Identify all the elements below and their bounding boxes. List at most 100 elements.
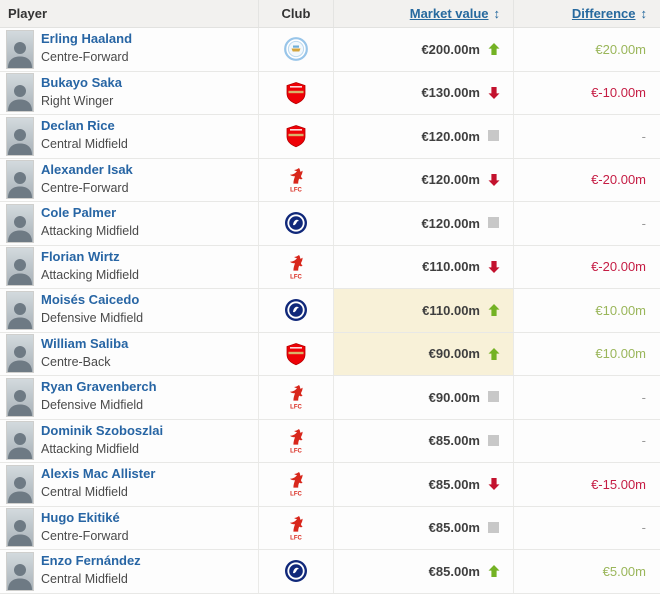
player-photo[interactable] — [6, 247, 34, 286]
trend-flat-icon — [488, 130, 500, 142]
player-info: Erling HaalandCentre-Forward — [41, 31, 132, 67]
trend-flat-icon — [488, 435, 500, 447]
player-name-link[interactable]: Dominik Szoboszlai — [41, 423, 163, 439]
player-photo[interactable] — [6, 291, 34, 330]
market-value: €200.00m — [421, 42, 480, 57]
chelsea-badge[interactable] — [284, 559, 308, 583]
chelsea-badge[interactable] — [284, 298, 308, 322]
player-position: Defensive Midfield — [41, 311, 143, 325]
svg-text:LFC: LFC — [290, 448, 302, 454]
arsenal-badge[interactable] — [284, 124, 308, 148]
arsenal-badge[interactable] — [284, 342, 308, 366]
player-photo[interactable] — [6, 204, 34, 243]
player-info: Hugo Ekitiké Centre-Forward — [41, 510, 129, 546]
arsenal-badge[interactable] — [284, 81, 308, 105]
club-cell — [258, 28, 333, 71]
sort-market-value-link[interactable]: Market value — [410, 6, 489, 21]
player-info: Declan Rice Central Midfield — [41, 118, 128, 154]
difference-value: €10.00m — [595, 346, 646, 361]
trend-up-icon — [488, 304, 500, 316]
player-position: Attacking Midfield — [41, 224, 139, 238]
player-name-link[interactable]: William Saliba — [41, 336, 128, 352]
player-name-link[interactable]: Alexis Mac Allister — [41, 466, 155, 482]
player-info: Moisés Caicedo Defensive Midfield — [41, 292, 143, 328]
player-position: Defensive Midfield — [41, 398, 143, 412]
market-value: €90.00m — [429, 346, 480, 361]
liverpool-badge[interactable]: LFC — [284, 168, 308, 192]
player-name-link[interactable]: Declan Rice — [41, 118, 128, 134]
difference-cell: €-15.00m — [513, 463, 660, 506]
club-cell: LFC — [258, 507, 333, 550]
sort-updown-icon[interactable]: ↕ — [494, 6, 501, 21]
player-cell: Alexander Isak Centre-Forward — [0, 159, 258, 202]
player-name-link[interactable]: Florian Wirtz — [41, 249, 139, 265]
player-cell: Enzo FernándezCentral Midfield — [0, 550, 258, 593]
player-position: Centre-Forward — [41, 181, 129, 195]
market-value-cell: €90.00m — [333, 333, 513, 376]
player-photo[interactable] — [6, 73, 34, 112]
market-value-cell: €130.00m — [333, 72, 513, 115]
difference-cell: - — [513, 376, 660, 419]
player-name-link[interactable]: Erling Haaland — [41, 31, 132, 47]
player-photo[interactable] — [6, 552, 34, 591]
difference-value: €-20.00m — [591, 259, 646, 274]
club-cell — [258, 72, 333, 115]
table-row: Hugo EkitikéCentre-Forward LFC€85.00m- — [0, 507, 660, 551]
club-cell: LFC — [258, 246, 333, 289]
player-photo[interactable] — [6, 465, 34, 504]
player-name-link[interactable]: Moisés Caicedo — [41, 292, 143, 308]
table-body: Erling HaalandCentre-Forward €200.00m€20… — [0, 28, 660, 594]
liverpool-badge[interactable]: LFC — [284, 516, 308, 540]
player-name-link[interactable]: Cole Palmer — [41, 205, 139, 221]
chelsea-badge[interactable] — [284, 211, 308, 235]
market-value-table: Player Club Market value ↕ Difference ↕ … — [0, 0, 660, 594]
player-photo[interactable] — [6, 508, 34, 547]
difference-value: - — [642, 520, 646, 535]
sort-updown-icon[interactable]: ↕ — [641, 6, 648, 21]
player-photo[interactable] — [6, 378, 34, 417]
trend-up-icon — [488, 565, 500, 577]
column-header-market-value: Market value ↕ — [333, 0, 513, 27]
trend-flat-icon — [488, 522, 500, 534]
club-cell — [258, 202, 333, 245]
market-value: €120.00m — [421, 129, 480, 144]
player-cell: Bukayo SakaRight Winger — [0, 72, 258, 115]
player-name-link[interactable]: Hugo Ekitiké — [41, 510, 129, 526]
player-cell: Declan Rice Central Midfield — [0, 115, 258, 158]
liverpool-badge[interactable]: LFC — [284, 429, 308, 453]
liverpool-badge[interactable]: LFC — [284, 385, 308, 409]
difference-cell: €-20.00m — [513, 246, 660, 289]
player-photo[interactable] — [6, 117, 34, 156]
club-cell: LFC — [258, 420, 333, 463]
trend-flat-icon — [488, 391, 500, 403]
player-photo[interactable] — [6, 334, 34, 373]
club-cell — [258, 333, 333, 376]
player-info: Enzo FernándezCentral Midfield — [41, 553, 141, 589]
sort-difference-link[interactable]: Difference — [572, 6, 636, 21]
player-photo[interactable] — [6, 30, 34, 69]
player-photo[interactable] — [6, 421, 34, 460]
market-value: €120.00m — [421, 216, 480, 231]
difference-value: €-10.00m — [591, 85, 646, 100]
player-name-link[interactable]: Ryan Gravenberch — [41, 379, 157, 395]
market-value-cell: €120.00m — [333, 202, 513, 245]
market-value: €120.00m — [421, 172, 480, 187]
trend-down-icon — [488, 261, 500, 273]
player-name-link[interactable]: Bukayo Saka — [41, 75, 122, 91]
market-value-cell: €90.00m — [333, 376, 513, 419]
player-position: Centre-Back — [41, 355, 110, 369]
liverpool-badge[interactable]: LFC — [284, 472, 308, 496]
player-position: Central Midfield — [41, 137, 128, 151]
player-position: Centre-Forward — [41, 529, 129, 543]
player-name-link[interactable]: Alexander Isak — [41, 162, 133, 178]
difference-cell: €10.00m — [513, 333, 660, 376]
market-value-cell: €110.00m — [333, 246, 513, 289]
difference-cell: - — [513, 507, 660, 550]
liverpool-badge[interactable]: LFC — [284, 255, 308, 279]
manchester-city-badge[interactable] — [284, 37, 308, 61]
player-cell: Hugo Ekitiké Centre-Forward — [0, 507, 258, 550]
player-name-link[interactable]: Enzo Fernández — [41, 553, 141, 569]
difference-value: €10.00m — [595, 303, 646, 318]
svg-text:LFC: LFC — [290, 274, 302, 280]
player-photo[interactable] — [6, 160, 34, 199]
